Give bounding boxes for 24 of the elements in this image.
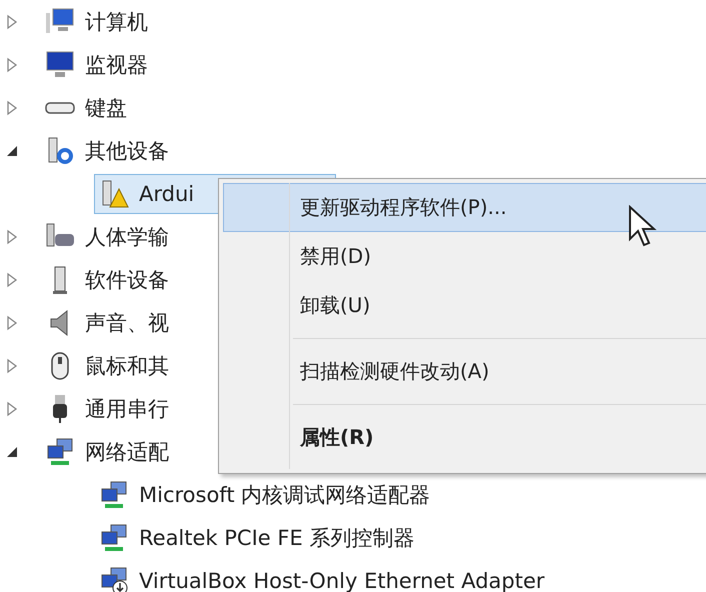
network-icon: [99, 480, 129, 510]
tree-item-label[interactable]: 键盘: [85, 94, 127, 122]
tree-item-label[interactable]: 其他设备: [85, 136, 169, 164]
tree-item-label[interactable]: 计算机: [85, 8, 148, 36]
tree-item-label[interactable]: 通用串行: [85, 394, 169, 422]
network-icon: [99, 522, 129, 552]
menu-item[interactable]: 扫描检测硬件改动(A): [223, 347, 706, 396]
tree-item-label[interactable]: 声音、视: [85, 308, 169, 336]
tree-item-label[interactable]: 软件设备: [85, 266, 169, 294]
tree-item-label[interactable]: 鼠标和其: [85, 352, 169, 380]
tree-item-label[interactable]: VirtualBox Host-Only Ethernet Adapter: [139, 568, 545, 592]
menu-item[interactable]: 属性(R): [223, 413, 706, 462]
tree-item-label[interactable]: 人体学输: [85, 222, 169, 250]
tree-item-label[interactable]: 网络适配: [85, 438, 169, 466]
tree-item-label[interactable]: Realtek PCIe FE 系列控制器: [139, 524, 414, 552]
tree-item-label[interactable]: Ardui: [139, 182, 194, 206]
menu-item[interactable]: 卸载(U): [223, 281, 706, 330]
mouse-pointer-icon: [628, 205, 658, 249]
menu-item[interactable]: 禁用(D): [223, 232, 706, 281]
monitor-icon: [45, 50, 75, 80]
network-icon: [45, 436, 75, 466]
menu-item[interactable]: 更新驱动程序软件(P)...: [223, 183, 706, 232]
tree-item-label[interactable]: 监视器: [85, 50, 148, 78]
tree-item-label[interactable]: Microsoft 内核调试网络适配器: [139, 480, 430, 508]
